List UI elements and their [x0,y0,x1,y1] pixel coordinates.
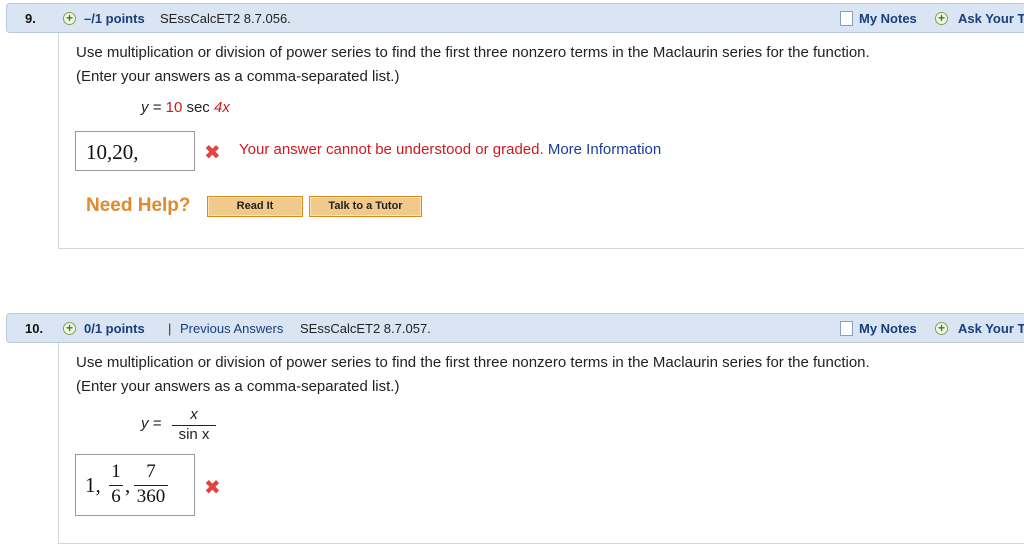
q10-eq-numerator: x [190,406,198,423]
q9-points: –/1 points [84,11,145,26]
q10-answer-display[interactable]: 1, 1 6 , 7 360 [75,454,195,516]
q9-equation: y = 10 sec 4x [141,99,230,116]
talk-to-tutor-button[interactable]: Talk to a Tutor [309,196,422,217]
more-information-link[interactable]: More Information [548,141,661,158]
q10-answer-term3-den: 360 [136,486,166,507]
q10-prompt-line1: Use multiplication or division of power … [76,354,870,371]
q9-feedback: Your answer cannot be understood or grad… [239,141,661,158]
expand-plus-icon[interactable]: + [63,322,76,335]
q9-eq-lhs: y = [141,99,162,116]
q9-eq-coef: 10 [165,99,183,116]
q9-problem-code: SEssCalcET2 8.7.056. [160,11,291,26]
incorrect-x-icon: ✖ [204,477,221,499]
q10-points: 0/1 points [84,321,145,336]
q10-answer-comma: , [125,473,131,497]
notes-icon[interactable] [840,11,853,26]
q9-header: 9. + –/1 points SEssCalcET2 8.7.056. My … [6,3,1024,33]
expand-plus-icon[interactable]: + [63,12,76,25]
q10-answer-term1: 1, [85,473,101,497]
q9-answer-input[interactable]: 10,20, [75,131,195,171]
q10-answer-term2-den: 6 [111,486,121,507]
q10-separator: | [168,321,172,336]
q9-eq-func: sec [186,99,210,116]
q10-prompt-line2: (Enter your answers as a comma-separated… [76,378,400,395]
q10-my-notes-link[interactable]: My Notes [859,321,917,336]
notes-icon[interactable] [840,321,853,336]
q9-number: 9. [25,11,36,26]
q10-header: 10. + 0/1 points | Previous Answers SEss… [6,313,1024,343]
q10-eq-denominator: sin x [178,426,210,443]
q9-answer-value: 10,20, [86,140,139,164]
q9-ask-teacher-link[interactable]: Ask Your T [958,11,1024,26]
q10-number: 10. [25,321,44,336]
q9-eq-arg: 4x [213,99,230,116]
ask-plus-icon[interactable]: + [935,322,948,335]
need-help-label: Need Help? [86,195,191,216]
q10-ask-teacher-link[interactable]: Ask Your T [958,321,1024,336]
q9-prompt-line1: Use multiplication or division of power … [76,44,870,61]
q10-answer-term2-num: 1 [111,461,121,482]
q10-problem-code: SEssCalcET2 8.7.057. [300,321,431,336]
ask-plus-icon[interactable]: + [935,12,948,25]
q9-my-notes-link[interactable]: My Notes [859,11,917,26]
q10-answer-term3-num: 7 [146,461,156,482]
incorrect-x-icon: ✖ [204,142,221,164]
q9-prompt-line2: (Enter your answers as a comma-separated… [76,68,400,85]
read-it-button[interactable]: Read It [207,196,303,217]
q9-feedback-text: Your answer cannot be understood or grad… [239,141,544,158]
q10-eq-lhs: y = [141,415,162,432]
previous-answers-link[interactable]: Previous Answers [180,321,283,336]
